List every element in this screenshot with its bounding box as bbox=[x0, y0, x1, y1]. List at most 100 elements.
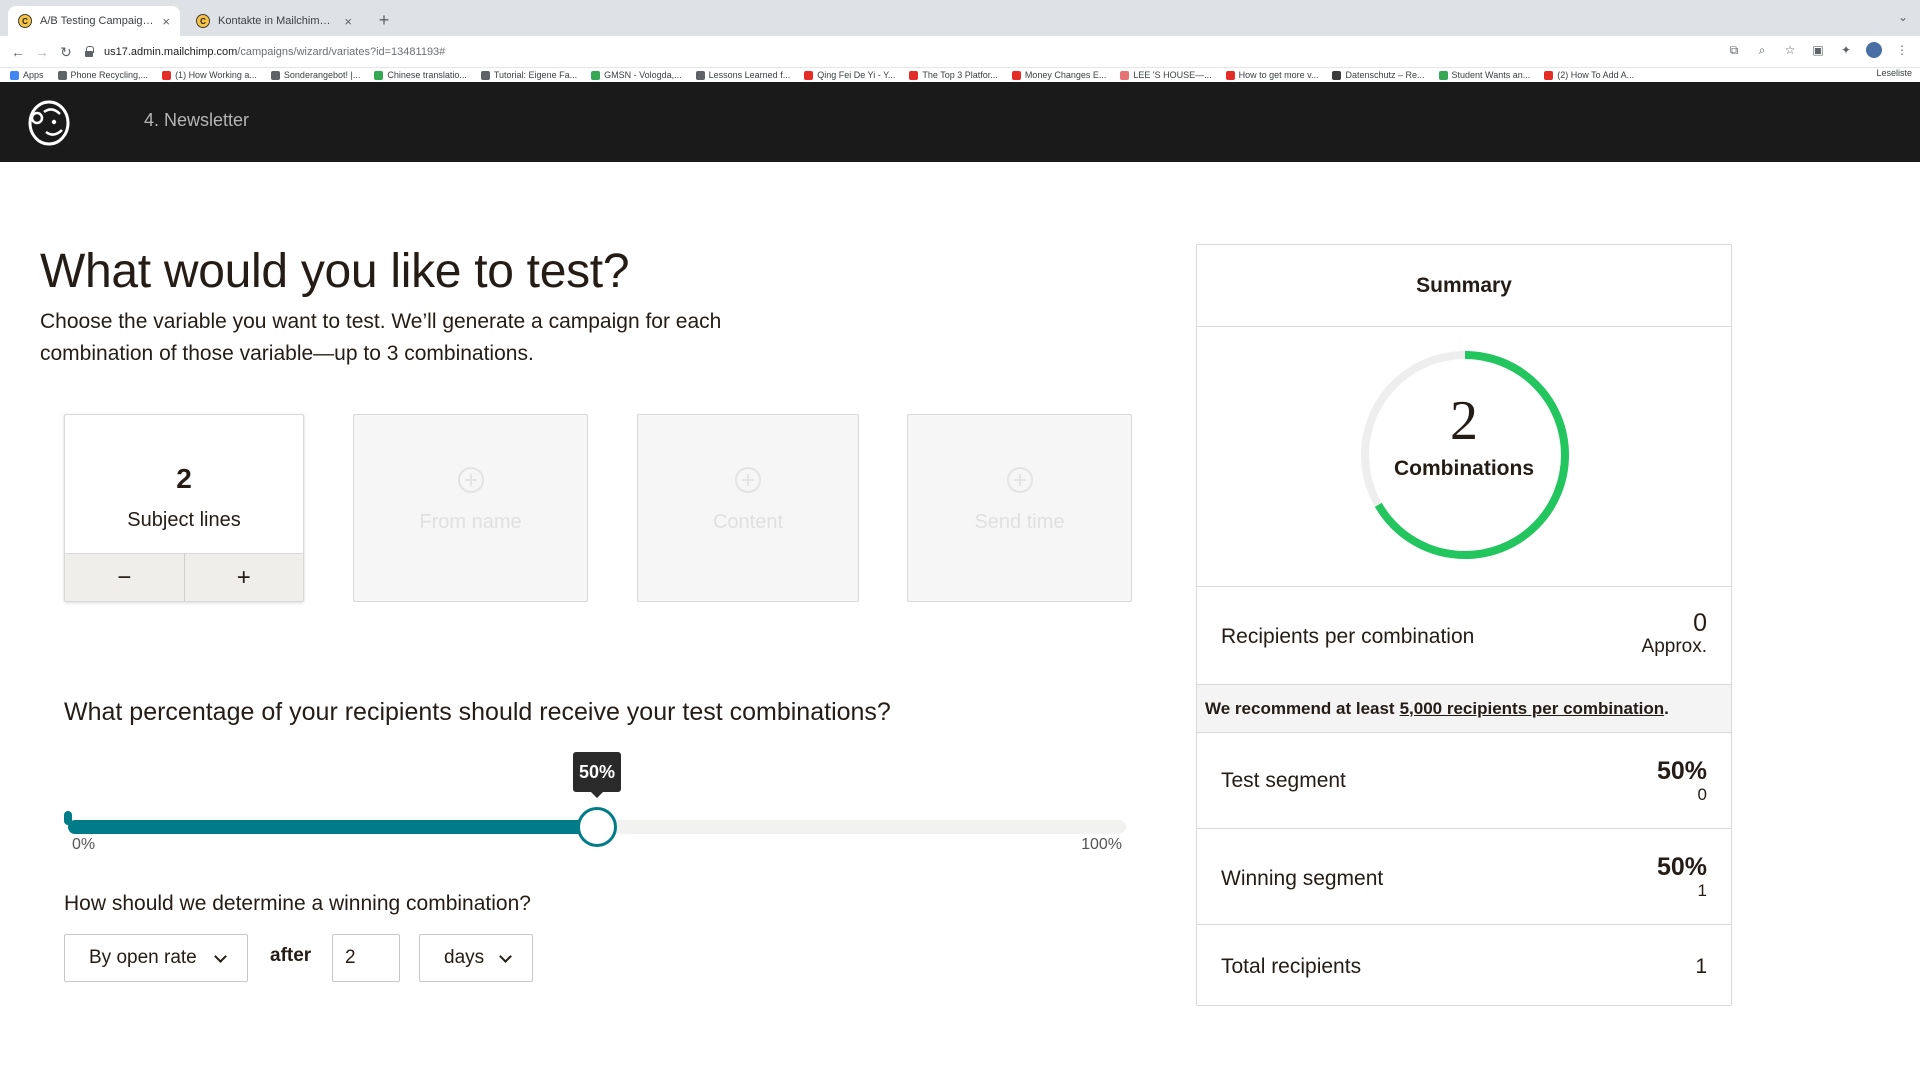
chevron-down-icon bbox=[214, 950, 227, 963]
extension-icon[interactable]: ▣ bbox=[1810, 42, 1826, 58]
bookmark-favicon-icon bbox=[909, 70, 919, 80]
url-path: /campaigns/wizard/variates?id=13481193# bbox=[237, 46, 446, 58]
back-arrow-icon[interactable]: ← bbox=[8, 42, 28, 62]
recipients-per-combination-value-group: 0 Approx. bbox=[1642, 609, 1707, 657]
summary-title: Summary bbox=[1197, 245, 1731, 327]
url-field[interactable]: us17.admin.mailchimp.com/campaigns/wizar… bbox=[84, 40, 1734, 64]
tab-ab-testing[interactable]: C A/B Testing Campaign Builder × bbox=[8, 6, 180, 36]
bookmark-label: Lessons Learned f... bbox=[708, 70, 791, 80]
recipients-per-combination-value: 0 bbox=[1693, 609, 1707, 637]
recommendation-banner: We recommend at least 5,000 recipients p… bbox=[1197, 685, 1731, 733]
from-name-label: From name bbox=[419, 511, 522, 533]
zoom-icon[interactable]: ⌕ bbox=[1754, 42, 1770, 58]
mailchimp-logo-icon[interactable] bbox=[24, 98, 74, 148]
extension-toolbar: ⧉ ⌕ ☆ ▣ ✦ ⋮ bbox=[1726, 42, 1910, 58]
increase-button[interactable]: + bbox=[183, 554, 303, 601]
total-recipients-row: Total recipients 1 bbox=[1197, 925, 1731, 1005]
bookmark-item[interactable]: Qing Fei De Yi - Y... bbox=[804, 70, 895, 80]
bookmark-item[interactable]: How to get more v... bbox=[1225, 70, 1318, 80]
bookmark-item[interactable]: Tutorial: Eigene Fa... bbox=[480, 70, 577, 80]
bookmark-item[interactable]: GMSN - Vologda,... bbox=[591, 70, 682, 80]
tab-title: Kontakte in Mailchimp importi... bbox=[218, 15, 336, 27]
mailchimp-favicon-icon: C bbox=[196, 14, 210, 28]
recipients-per-combination-label: Recipients per combination bbox=[1221, 625, 1475, 648]
variable-card-subject-lines: 2 Subject lines − + bbox=[64, 414, 304, 602]
bookmark-favicon-icon bbox=[1438, 70, 1448, 80]
translate-icon[interactable]: ⧉ bbox=[1726, 42, 1742, 58]
test-segment-row: Test segment 50% 0 bbox=[1197, 733, 1731, 829]
page-title: What would you like to test? bbox=[40, 245, 630, 298]
bookmark-label: (2) How To Add A... bbox=[1557, 70, 1635, 80]
bookmark-favicon-icon bbox=[162, 70, 172, 80]
chevron-down-icon[interactable]: ⌄ bbox=[1898, 10, 1908, 24]
decrease-button[interactable]: − bbox=[65, 554, 184, 601]
bookmark-item[interactable]: LEE 'S HOUSE—... bbox=[1120, 70, 1212, 80]
bookmark-label: Datenschutz – Re... bbox=[1345, 70, 1425, 80]
bookmark-item[interactable]: (1) How Working a... bbox=[162, 70, 257, 80]
variable-card-send-time[interactable]: Send time bbox=[907, 414, 1132, 602]
slider-min-label: 0% bbox=[72, 836, 96, 853]
test-percentage-slider[interactable]: 0% 100% bbox=[64, 800, 1130, 854]
bookmark-label: Money Changes E... bbox=[1024, 70, 1107, 80]
recommendation-link[interactable]: 5,000 recipients per combination bbox=[1400, 699, 1665, 719]
bookmark-favicon-icon bbox=[1120, 70, 1130, 80]
bookmark-item[interactable]: Phone Recycling,... bbox=[57, 70, 148, 80]
subject-lines-count: 2 bbox=[176, 463, 192, 494]
bookmark-item[interactable]: Student Wants an... bbox=[1438, 70, 1531, 80]
tab-kontakte[interactable]: C Kontakte in Mailchimp importi... × bbox=[186, 6, 362, 36]
summary-panel: Summary 2 Combinations Recipients per co… bbox=[1196, 244, 1732, 1006]
browser-tab-strip: C A/B Testing Campaign Builder × C Konta… bbox=[0, 0, 1920, 36]
reload-icon[interactable]: ↻ bbox=[56, 42, 76, 62]
profile-avatar-icon[interactable] bbox=[1866, 42, 1882, 58]
approx-note: Approx. bbox=[1641, 636, 1707, 657]
add-circle-icon bbox=[1006, 467, 1033, 493]
send-time-label: Send time bbox=[974, 511, 1065, 533]
reading-list[interactable]: Leseliste bbox=[1876, 68, 1912, 78]
duration-unit-value: days bbox=[444, 947, 485, 968]
winning-segment-label: Winning segment bbox=[1221, 867, 1384, 890]
winner-metric-select[interactable]: By open rate bbox=[64, 934, 248, 982]
bookmark-label: Sonderangebot! |... bbox=[283, 70, 361, 80]
bookmark-label: (1) How Working a... bbox=[175, 70, 257, 80]
bookmark-item[interactable]: Sonderangebot! |... bbox=[270, 70, 361, 80]
mailchimp-favicon-icon: C bbox=[18, 14, 32, 28]
star-icon[interactable]: ☆ bbox=[1782, 42, 1798, 58]
recipients-per-combination-row: Recipients per combination 0 Approx. bbox=[1197, 587, 1731, 685]
bookmark-item[interactable]: Apps bbox=[10, 70, 44, 80]
close-icon[interactable]: × bbox=[344, 14, 352, 29]
bookmark-item[interactable]: Money Changes E... bbox=[1011, 70, 1107, 80]
bookmark-label: Chinese translatio... bbox=[387, 70, 467, 80]
url-host: us17.admin.mailchimp.com bbox=[104, 46, 238, 58]
duration-input[interactable] bbox=[332, 934, 400, 982]
forward-arrow-icon[interactable]: → bbox=[32, 42, 52, 62]
winner-question: How should we determine a winning combin… bbox=[64, 892, 531, 915]
recommendation-text: We recommend at least bbox=[1205, 698, 1395, 718]
bookmarks-bar: Apps Phone Recycling,... (1) How Working a… bbox=[0, 68, 1920, 82]
bookmark-label: The Top 3 Platfor... bbox=[922, 70, 998, 80]
new-tab-icon[interactable]: + bbox=[372, 8, 396, 32]
winning-segment-count: 1 bbox=[1697, 881, 1707, 900]
bookmark-favicon-icon bbox=[374, 70, 384, 80]
combinations-label: Combinations bbox=[1394, 457, 1534, 480]
bookmark-favicon-icon bbox=[591, 70, 601, 80]
bookmark-label: LEE 'S HOUSE—... bbox=[1133, 70, 1212, 80]
winning-segment-row: Winning segment 50% 1 bbox=[1197, 829, 1731, 925]
bookmark-item[interactable]: Datenschutz – Re... bbox=[1332, 70, 1425, 80]
close-icon[interactable]: × bbox=[162, 14, 170, 29]
duration-unit-select[interactable]: days bbox=[419, 934, 533, 982]
bookmark-item[interactable]: Lessons Learned f... bbox=[695, 70, 791, 80]
chevron-down-icon bbox=[499, 950, 512, 963]
bookmark-item[interactable]: (2) How To Add A... bbox=[1544, 70, 1634, 80]
tab-title: A/B Testing Campaign Builder bbox=[40, 15, 154, 27]
bookmark-label: Qing Fei De Yi - Y... bbox=[817, 70, 896, 80]
bookmark-label: Student Wants an... bbox=[1451, 70, 1531, 80]
bookmark-item[interactable]: Chinese translatio... bbox=[374, 70, 467, 80]
variable-card-from-name[interactable]: From name bbox=[353, 414, 588, 602]
bookmark-favicon-icon bbox=[1225, 70, 1235, 80]
variable-card-content[interactable]: Content bbox=[637, 414, 859, 602]
bookmark-favicon-icon bbox=[695, 70, 705, 80]
menu-dots-icon[interactable]: ⋮ bbox=[1894, 42, 1910, 58]
slider-handle[interactable] bbox=[577, 807, 617, 847]
bookmark-item[interactable]: The Top 3 Platfor... bbox=[909, 70, 998, 80]
puzzle-icon[interactable]: ✦ bbox=[1838, 42, 1854, 58]
